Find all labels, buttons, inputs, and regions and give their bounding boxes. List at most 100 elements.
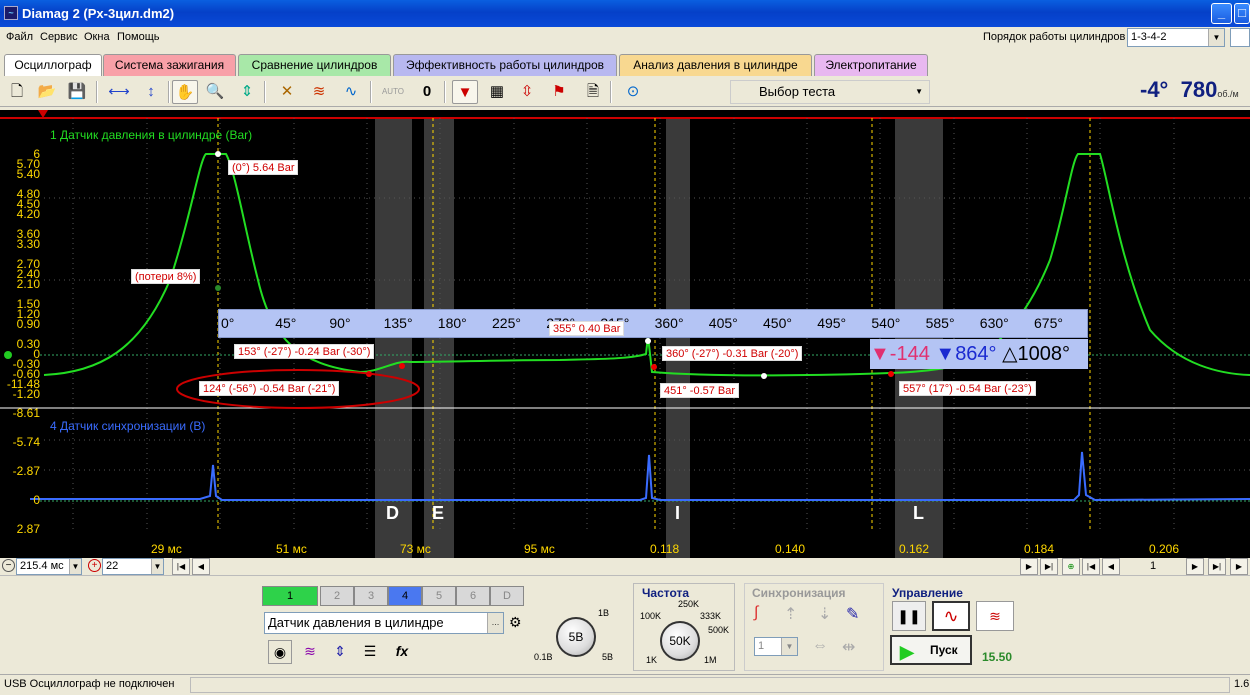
zoom-horizontal-icon[interactable]: ⟷ (106, 80, 132, 104)
amp-select[interactable]: 22 ▼ (102, 558, 164, 575)
menu-service[interactable]: Сервис (40, 31, 78, 43)
time-tick: 73 мс (400, 542, 431, 556)
sine-icon[interactable]: ∿ (338, 80, 364, 104)
waves-icon[interactable]: ≋ (306, 80, 332, 104)
flag-icon[interactable]: ⚑ (546, 80, 572, 104)
align-icon[interactable]: ⇳ (514, 80, 540, 104)
test-select[interactable]: Выбор теста ▼ (730, 80, 930, 104)
maximize-button[interactable]: □ (1234, 3, 1250, 24)
channel-6-button[interactable]: 6 (456, 586, 490, 606)
freq-knob[interactable]: 50K (660, 621, 700, 661)
label-360: 360° (-27°) -0.31 Bar (-20°) (662, 346, 803, 361)
auto-label: AUTO (381, 87, 405, 96)
volt-knob-value: 5В (568, 630, 584, 644)
next-icon[interactable]: ▶ (1020, 558, 1038, 575)
ch1-axis: 6 5.70 5.40 4.80 4.50 4.20 3.60 3.30 2.70 2.40 2.1… (0, 118, 40, 408)
tab-power[interactable]: Электропитание (814, 54, 928, 76)
multi-wave-icon[interactable]: ≋ (976, 601, 1014, 631)
single-wave-icon[interactable]: ∿ (932, 601, 970, 631)
time-scale-select[interactable]: 215.4 мс ▼ (16, 558, 82, 575)
channel-d-button[interactable]: D (490, 586, 524, 606)
ch4-title: 4 Датчик синхронизации (В) (50, 419, 206, 433)
updown-icon[interactable]: ⇕ (328, 640, 352, 664)
minimize-button[interactable]: _ (1211, 3, 1232, 24)
freq-1k: 1K (646, 655, 658, 665)
marker-e: E (432, 503, 445, 523)
degree-ruler[interactable]: 0°45°90°135°180°225°270°315°360°405°450°… (218, 309, 1088, 338)
channel-5-button[interactable]: 5 (422, 586, 456, 606)
prev-icon[interactable]: ◀ (192, 558, 210, 575)
freq-250k: 250K (678, 599, 700, 609)
last-icon[interactable]: ▶| (1040, 558, 1058, 575)
magnifier-icon[interactable]: 🔍 (202, 80, 228, 104)
tab-oscilloscope[interactable]: Осциллограф (4, 54, 102, 76)
filter-icon[interactable]: ▼ (452, 80, 478, 104)
auto-rpm-icon[interactable]: ⊙ (620, 80, 646, 104)
menu-file[interactable]: Файл (6, 31, 33, 43)
wave-icon[interactable]: ≋ (298, 640, 322, 664)
open-folder-icon[interactable]: 📂 (34, 80, 60, 104)
degree-tick: 675° (1034, 315, 1063, 331)
zoom-in-icon[interactable]: + (88, 559, 101, 572)
cyl-order-select[interactable]: 1-3-4-2 ▼ (1127, 28, 1225, 47)
fit-icon[interactable]: ⇕ (234, 80, 260, 104)
rpm-display: -4° 780об./м (1140, 77, 1250, 105)
tab-cylinder-efficiency[interactable]: Эффективность работы цилиндров (393, 54, 617, 76)
channel-3-button[interactable]: 3 (354, 586, 388, 606)
time-tick: 0.118 (650, 542, 680, 556)
add-icon[interactable]: ⊕ (1062, 558, 1080, 575)
band-d (375, 118, 412, 558)
label-355: 355° 0.40 Bar (549, 321, 625, 336)
page-last-icon[interactable]: ▶| (1208, 558, 1226, 575)
sync-rise-icon[interactable]: ∫ (754, 604, 758, 622)
more-icon: … (487, 613, 503, 633)
first-page-icon[interactable]: |◀ (172, 558, 190, 575)
extra-select[interactable] (1230, 28, 1250, 47)
menu-windows[interactable]: Окна (84, 31, 110, 43)
pause-icon[interactable]: ❚❚ (892, 601, 926, 631)
tab-pressure-analysis[interactable]: Анализ давления в цилиндре (619, 54, 812, 76)
marker-counter-icon[interactable]: 0 (414, 80, 440, 104)
channel-1-button[interactable]: 1 (262, 586, 318, 606)
zoom-out-icon[interactable]: − (2, 559, 15, 572)
new-file-icon[interactable]: 🗋 (4, 80, 30, 104)
page-end-icon[interactable]: ▶ (1230, 558, 1248, 575)
tab-ignition[interactable]: Система зажигания (103, 54, 236, 76)
invert-icon[interactable]: ✕ (274, 80, 300, 104)
ch4-tick: -5.74 (12, 435, 40, 450)
document-icon[interactable]: 🗎 (580, 80, 606, 104)
table-icon[interactable]: ▦ (484, 80, 510, 104)
band-i (666, 118, 690, 558)
page-first-icon[interactable]: |◀ (1082, 558, 1100, 575)
ch1-tick: 4.20 (16, 207, 40, 222)
volt-knob[interactable]: 5В (556, 617, 596, 657)
channel-2-button[interactable]: 2 (320, 586, 354, 606)
fx-icon[interactable]: fx (390, 640, 414, 664)
label-peak: (0°) 5.64 Bar (228, 160, 299, 175)
page-next-icon[interactable]: ▶ (1186, 558, 1204, 575)
sensor-settings-icon[interactable]: ⚙ (509, 614, 522, 631)
sync-cursor-icon[interactable]: ✎ (846, 604, 859, 624)
sync-down-icon[interactable]: ⇣ (818, 604, 831, 624)
ch4-tick: -2.87 (12, 464, 40, 478)
sync-select[interactable]: 1 ▼ (754, 637, 798, 656)
tab-cylinder-compare[interactable]: Сравнение цилиндров (238, 54, 391, 76)
zoom-vertical-icon[interactable]: ↕ (138, 80, 164, 104)
degree-tick: 0° (221, 315, 235, 331)
sensor-select[interactable]: Датчик давления в цилиндре… (264, 612, 504, 634)
cursor2-icon: ▼ (935, 343, 956, 365)
auto-marker-icon[interactable]: AUTO (380, 80, 406, 104)
page-prev-icon[interactable]: ◀ (1102, 558, 1120, 575)
sync-up-icon[interactable]: ⇡ (784, 604, 797, 624)
save-icon[interactable]: 💾 (64, 80, 90, 104)
channel-4-button[interactable]: 4 (388, 586, 422, 606)
sync-split-icon[interactable]: ⇹ (842, 637, 855, 657)
menu-help[interactable]: Помощь (117, 31, 160, 43)
eye-icon[interactable]: ◉ (268, 640, 292, 664)
hand-icon[interactable]: ✋ (172, 80, 198, 104)
sync-level-icon[interactable]: ⇔ (812, 637, 828, 655)
freq-title: Частота (642, 586, 690, 600)
start-button[interactable]: ▶ Пуск (890, 635, 972, 665)
oscilloscope-view[interactable]: 6 5.70 5.40 4.80 4.50 4.20 3.60 3.30 2.70 2.40 2.1… (0, 110, 1250, 558)
lines-icon[interactable]: ☰ (358, 640, 382, 664)
